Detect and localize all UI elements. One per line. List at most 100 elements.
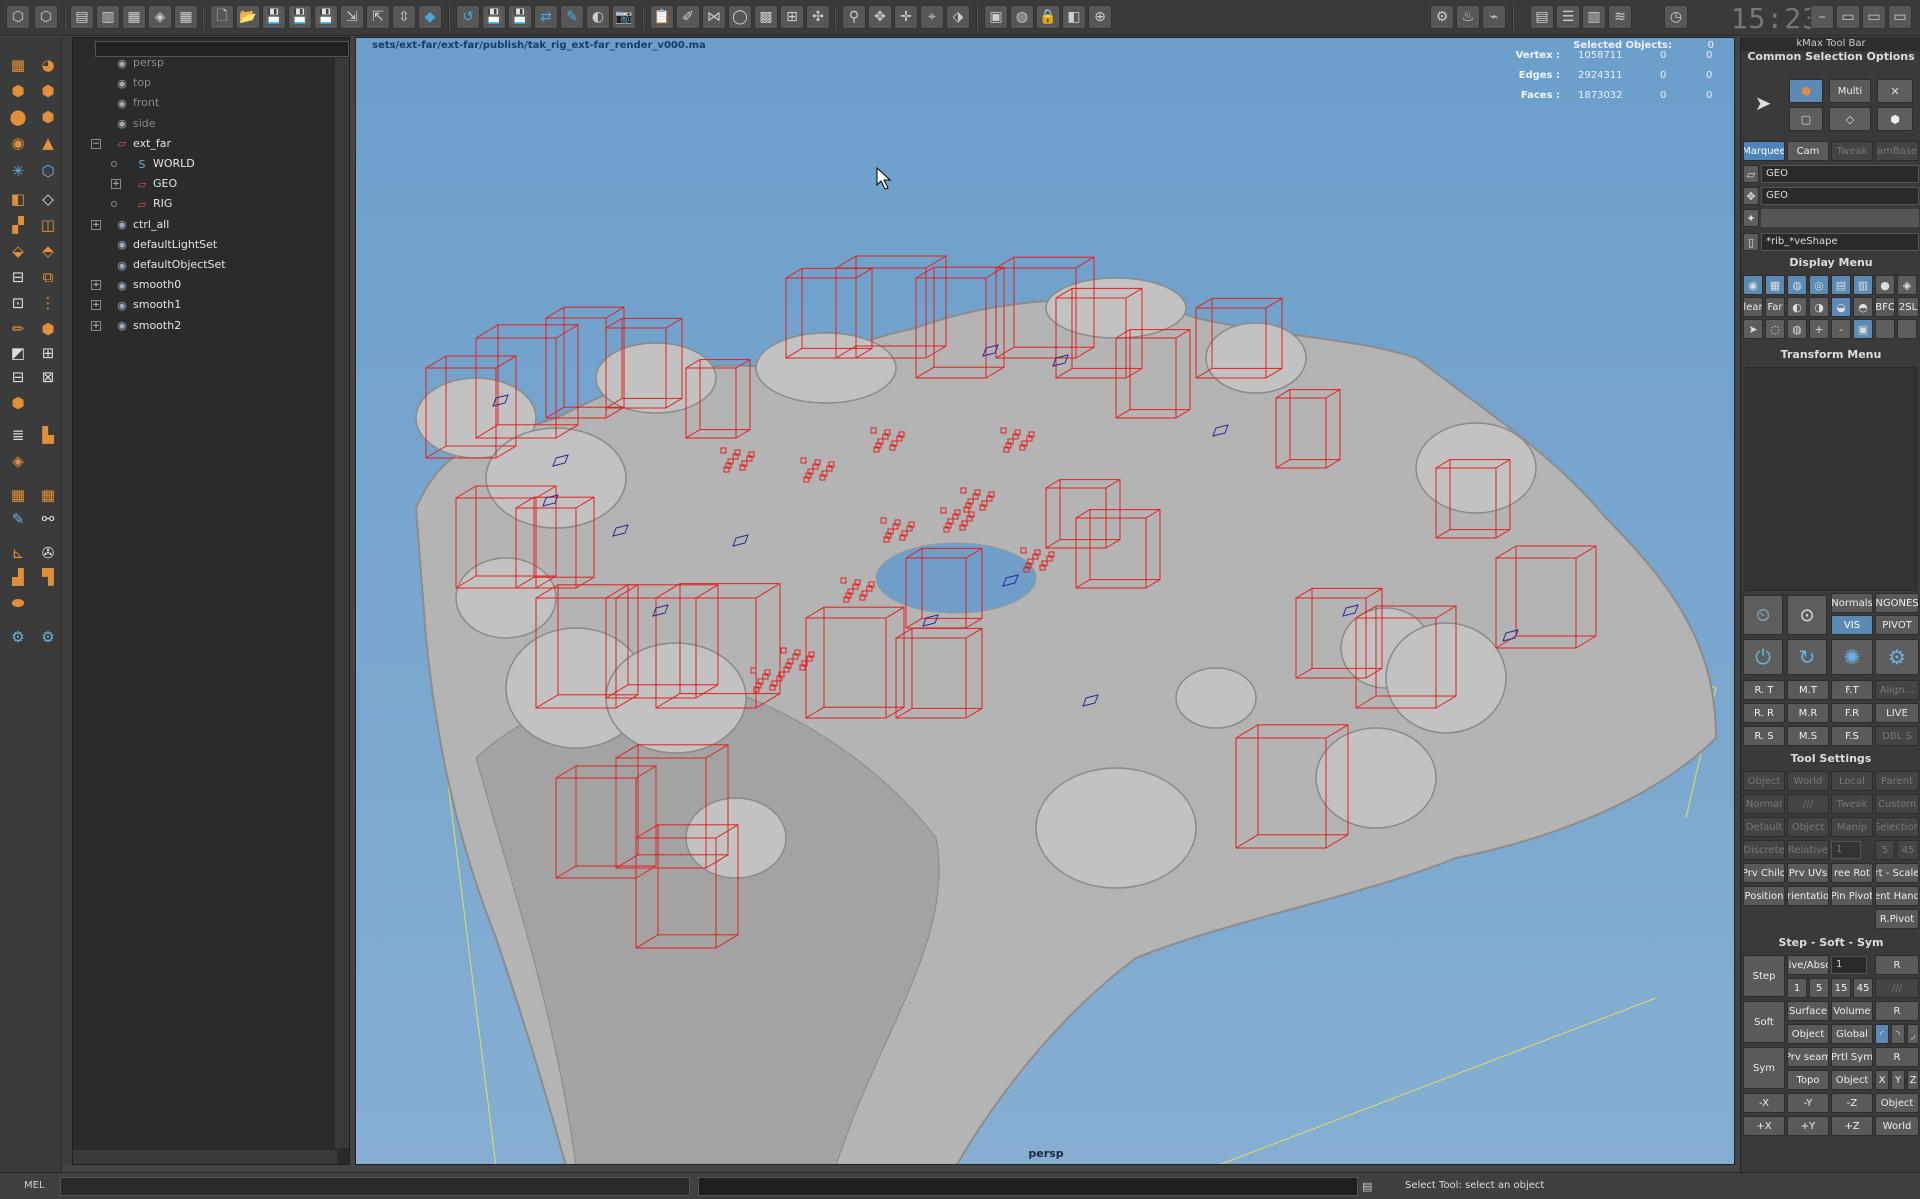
vis-button[interactable]: VIS (1831, 615, 1873, 635)
match-translate-button[interactable]: M.T (1787, 680, 1829, 700)
display-icon-15[interactable]: ◍ (1787, 319, 1807, 339)
ts-custom-button[interactable]: Custom (1875, 794, 1919, 814)
expand-icon[interactable]: + (91, 280, 101, 291)
prv-seam-button[interactable]: Prv seam (1787, 1047, 1829, 1067)
align-button[interactable]: Align... (1875, 680, 1919, 700)
extrude-tool-icon[interactable]: ◧ (6, 187, 30, 211)
sculpt-tool-icon[interactable]: ✎ (6, 507, 30, 531)
display-icon-13[interactable]: ➤ (1743, 319, 1763, 339)
plus-z-button[interactable]: +Z (1831, 1116, 1873, 1136)
cylinder-tool-icon[interactable]: ⬤ (6, 105, 30, 129)
mel-label[interactable]: MEL (24, 1180, 45, 1191)
match-rotate-button[interactable]: M.R (1787, 703, 1829, 723)
reset-scale-button[interactable]: R. S (1743, 726, 1785, 746)
bucket-tool-icon[interactable]: ▜ (36, 565, 60, 589)
close-selection-icon[interactable]: ✕ (1877, 79, 1913, 103)
import-icon[interactable]: ⇲ (340, 5, 364, 29)
history-icon[interactable]: ◷ (1664, 5, 1688, 29)
rotate-arrow-icon[interactable]: ↻ (1787, 639, 1827, 675)
expand-icon[interactable]: + (111, 179, 121, 190)
pin-pivot-button[interactable]: Pin Pivot (1831, 886, 1873, 906)
mirror-tool-icon[interactable]: ⧉ (36, 265, 60, 289)
edit-doc-icon[interactable]: ✎ (560, 5, 584, 29)
ts-object-button[interactable]: Object (1743, 771, 1785, 791)
3d-viewport[interactable]: sets/ext-far/ext-far/publish/tak_rig_ext… (355, 37, 1735, 1165)
lock-icon[interactable]: 🔒 (1036, 5, 1060, 29)
layout-icon-4[interactable]: ◈ (148, 5, 172, 29)
outliner-item[interactable]: + ◉ ctrl_all (73, 216, 333, 234)
display-icon-9[interactable]: ◐ (1787, 297, 1807, 317)
display-icon-5[interactable]: ▤ (1831, 275, 1851, 295)
ts-local-button[interactable]: Local (1831, 771, 1873, 791)
sym-button[interactable]: Sym (1743, 1047, 1785, 1089)
double-sided-button[interactable]: DBL S (1875, 726, 1919, 746)
menu-set-icon[interactable]: ⬡ (6, 5, 30, 29)
connect-icon[interactable]: ⋈ (702, 5, 726, 29)
plane-tool-icon[interactable]: ◇ (36, 187, 60, 211)
display-icon-10[interactable]: ◑ (1809, 297, 1829, 317)
outliner-item[interactable]: − ▱ ext_far (73, 135, 333, 153)
ts-default-button[interactable]: Default (1743, 817, 1785, 837)
layout-icon[interactable]: ▤ (70, 5, 94, 29)
render-view-icon[interactable]: ▣ (984, 5, 1008, 29)
lattice-tool-icon[interactable]: ⬡ (36, 159, 60, 183)
surface-button[interactable]: Surface (1787, 1001, 1829, 1021)
open-scene-icon[interactable]: 📂 (236, 5, 260, 29)
display-icon-4[interactable]: ◎ (1809, 275, 1829, 295)
prv-uvs-button[interactable]: Prv UVs (1787, 863, 1829, 883)
ts-manip-button[interactable]: Manip (1831, 817, 1873, 837)
collapse-icon[interactable]: − (91, 138, 101, 149)
globe-icon[interactable]: ◍ (1010, 5, 1034, 29)
outliner-item[interactable]: + ◉ smooth1 (73, 296, 333, 314)
step-1-button[interactable]: 1 (1787, 978, 1807, 998)
plug-icon[interactable]: ⌁ (1482, 5, 1506, 29)
minimize-icon[interactable]: – (1810, 5, 1834, 29)
step-slash-button[interactable]: /// (1875, 978, 1919, 998)
pivot-button[interactable]: PIVOT (1875, 615, 1919, 635)
soft-object-button[interactable]: Object (1787, 1024, 1829, 1044)
freeze-translate-button[interactable]: F.T (1831, 680, 1873, 700)
save-increment-icon[interactable]: 💾 (314, 5, 338, 29)
diamond-icon[interactable]: ◆ (418, 5, 442, 29)
display-icon-12[interactable]: ◓ (1853, 297, 1873, 317)
cog-icon[interactable]: ⚙ (1875, 639, 1919, 675)
uv-tool-icon[interactable]: ◩ (6, 341, 30, 365)
ts-object2-button[interactable]: Object (1787, 817, 1829, 837)
freeze-scale-button[interactable]: F.S (1831, 726, 1873, 746)
snapshot-icon[interactable]: 📷 (612, 5, 636, 29)
display-icon-17[interactable] (1875, 319, 1895, 339)
outliner-item[interactable]: + ◉ smooth2 (73, 317, 333, 335)
snap-live-icon[interactable]: ⌖ (920, 5, 944, 29)
save-as-icon[interactable]: 💾 (288, 5, 312, 29)
ts-discrete-button[interactable]: Discrete (1743, 840, 1785, 860)
2sl-button[interactable]: 2SL (1897, 297, 1919, 317)
reference-icon[interactable]: ⇳ (392, 5, 416, 29)
match-scale-button[interactable]: M.S (1787, 726, 1829, 746)
layout-icon-5[interactable]: ▦ (174, 5, 198, 29)
box-tool-icon[interactable]: ⬢ (36, 317, 60, 341)
ts-selection-button[interactable]: Selection (1875, 817, 1919, 837)
step-abs-rel-button[interactable]: tive/Abso (1787, 955, 1829, 975)
clock-x-icon[interactable]: ⏲ (1743, 595, 1783, 635)
sym-z-button[interactable]: Z (1907, 1070, 1919, 1090)
export-icon[interactable]: ⇱ (366, 5, 390, 29)
uv-mode-icon[interactable]: ⬢ (1877, 107, 1913, 131)
display-icon-8[interactable]: ◈ (1897, 275, 1917, 295)
display-icon-3[interactable]: ◍ (1787, 275, 1807, 295)
undo-icon[interactable]: ↺ (456, 5, 480, 29)
outliner-item[interactable]: ◉ persp (73, 54, 333, 72)
select-box-icon[interactable]: ⊡ (6, 291, 30, 315)
arrow-cursor-icon[interactable]: ➤ (1751, 91, 1775, 115)
outliner-item[interactable]: ◉ defaultLightSet (73, 236, 333, 254)
ts-relative-button[interactable]: Relative (1787, 840, 1829, 860)
multi-button[interactable]: Multi (1829, 79, 1871, 103)
layers-icon[interactable]: ≋ (1608, 5, 1632, 29)
falloff-curve-icon-3[interactable]: ◞ (1907, 1024, 1919, 1044)
expand-icon[interactable]: + (91, 219, 101, 230)
outliner-item[interactable]: ▱ RIG (73, 195, 333, 213)
outliner-item[interactable]: + ◉ smooth0 (73, 276, 333, 294)
ts-normal-button[interactable]: Normal (1743, 794, 1785, 814)
reset-translate-button[interactable]: R. T (1743, 680, 1785, 700)
power-icon[interactable]: ⏻ (1743, 639, 1783, 675)
outliner-item[interactable]: S WORLD (73, 155, 333, 173)
